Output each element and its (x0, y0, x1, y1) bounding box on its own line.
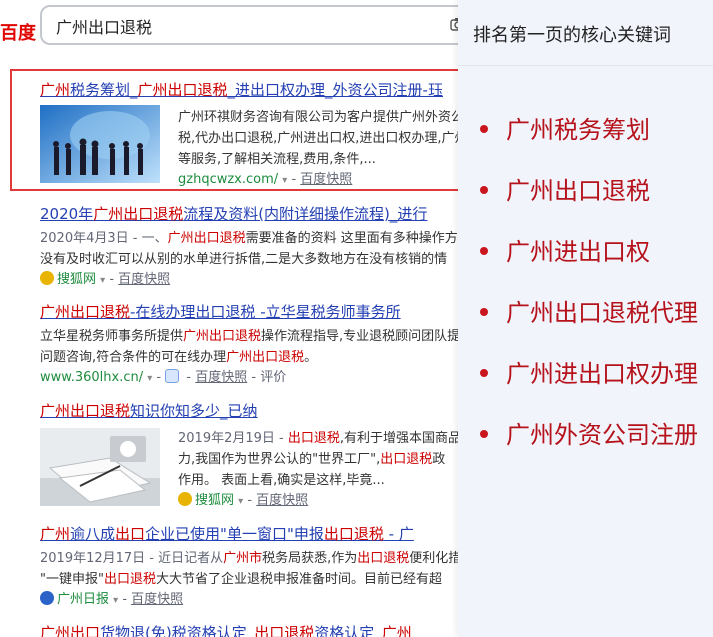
keyword-item: 广州进出口权办理 (480, 354, 698, 415)
keyword-item: 广州进出口权 (480, 232, 698, 293)
snapshot-link[interactable]: 百度快照 (131, 592, 183, 607)
bullet-icon (480, 247, 488, 255)
search-result: 广州税务筹划_广州出口退税_进出口权办理_外资公司注册-珏 (40, 80, 500, 100)
snippet-line: 2019年2月19日 - 出口退税,有利于增强本国商品 (178, 431, 460, 446)
bullet-icon (480, 186, 488, 194)
result-meta: 搜狐网 ▾ - 百度快照 (178, 491, 460, 512)
dropdown-icon[interactable]: ▾ (147, 373, 152, 384)
result-title[interactable]: 广州税务筹划_广州出口退税_进出口权办理_外资公司注册-珏 (40, 80, 500, 100)
result-snippet: 2019年2月19日 - 出口退税,有利于增强本国商品 力,我国作为世界公认的"… (178, 428, 460, 512)
snippet-line: 2019年12月17日 - 近日记者从广州市税务局获悉,作为出口退税便利化措 (40, 551, 462, 566)
page: 百度 广州税务筹划_广州出口退税_进出口权办理_外资公司注册-珏 广州环祺财务咨… (0, 0, 713, 637)
snippet-line: 力,我国作为世界公认的"世界工厂",出口退税政 (178, 452, 446, 467)
snapshot-link[interactable]: 百度快照 (195, 370, 247, 385)
keyword-item: 广州出口退税 (480, 171, 698, 232)
result-meta: 广州日报 ▾ - 百度快照 (40, 590, 500, 611)
keyword-item: 广州外资公司注册 (480, 415, 698, 476)
sohu-favicon-icon (40, 271, 54, 285)
result-site[interactable]: 广州日报 (57, 592, 109, 607)
result-title[interactable]: 广州出口退税知识你知多少_已纳 (40, 401, 500, 421)
verified-icon[interactable] (165, 369, 180, 383)
dropdown-icon[interactable]: ▾ (113, 595, 118, 606)
result-thumbnail[interactable] (40, 428, 160, 506)
snapshot-link[interactable]: 百度快照 (300, 172, 352, 187)
baidu-logo[interactable]: 百度 (0, 19, 36, 45)
keyword-item: 广州出口退税代理 (480, 293, 698, 354)
result-title[interactable]: 广州出口货物退(免)税资格认定_出口退税资格认定_广州 (40, 623, 500, 637)
bullet-icon (480, 430, 488, 438)
search-result: 广州出口退税知识你知多少_已纳 (40, 401, 500, 421)
snippet-line: 税,代办出口退税,广州进出口权,进出口权办理,广州 (178, 131, 460, 146)
rating-link[interactable]: 评价 (260, 370, 286, 385)
result-site[interactable]: gzhqcwzx.com/ (178, 172, 278, 187)
dropdown-icon[interactable]: ▾ (100, 275, 105, 286)
snapshot-link[interactable]: 百度快照 (256, 493, 308, 508)
search-result: 广州出口退税-在线办理出口退税 -立华星税务师事务所 立华星税务师事务所提供广州… (40, 302, 500, 389)
search-result: 2020年广州出口退税流程及资料(内附详细操作流程)_进行 2020年4月3日 … (40, 204, 500, 291)
bullet-icon (480, 308, 488, 316)
search-result: 广州逾八成出口企业已使用"单一窗口"申报出口退税 - 广 2019年12月17日… (40, 524, 500, 611)
keyword-panel: 排名第一页的核心关键词 广州税务筹划 广州出口退税 广州进出口权 广州出口退税代… (458, 0, 713, 637)
sohu-favicon-icon (178, 492, 192, 506)
result-title[interactable]: 广州逾八成出口企业已使用"单一窗口"申报出口退税 - 广 (40, 524, 500, 544)
result-title[interactable]: 广州出口退税-在线办理出口退税 -立华星税务师事务所 (40, 302, 500, 322)
snippet-line: 广州环祺财务咨询有限公司为客户提供广州外资公 (178, 110, 460, 125)
snippet-line: 2020年4月3日 - 一、广州出口退税需要准备的资料 这里面有多种操作方 (40, 231, 458, 246)
result-title[interactable]: 2020年广州出口退税流程及资料(内附详细操作流程)_进行 (40, 204, 500, 224)
dropdown-icon[interactable]: ▾ (282, 175, 287, 186)
search-input[interactable] (56, 15, 436, 37)
dropdown-icon[interactable]: ▾ (238, 496, 243, 507)
keyword-list: 广州税务筹划 广州出口退税 广州进出口权 广州出口退税代理 广州进出口权办理 广… (480, 110, 698, 476)
keyword-item: 广州税务筹划 (480, 110, 698, 171)
result-meta: gzhqcwzx.com/ ▾ - 百度快照 (178, 172, 353, 187)
snippet-line: 问题咨询,符合条件的可在线办理广州出口退税。 (40, 350, 318, 365)
result-thumbnail[interactable] (40, 105, 160, 183)
snippet-line: 立华星税务师事务所提供广州出口退税操作流程指导,专业退税顾问团队提 (40, 329, 461, 344)
panel-title: 排名第一页的核心关键词 (458, 0, 713, 66)
bullet-icon (480, 125, 488, 133)
snippet-line: "一键申报"出口退税大大节省了企业退税申报准备时间。目前已经有超 (40, 572, 442, 587)
gzdaily-favicon-icon (40, 591, 54, 605)
snippet-line: 没有及时收汇可以从别的水单进行拆借,二是大多数地方在没有核销的情 (40, 252, 448, 267)
bullet-icon (480, 369, 488, 377)
snippet-line: 作用。 表面上看,确实是这样,毕竟... (178, 473, 385, 488)
result-site[interactable]: 搜狐网 (195, 493, 234, 508)
result-site[interactable]: 搜狐网 (57, 272, 96, 287)
result-site[interactable]: www.360lhx.cn/ (40, 370, 143, 385)
result-meta: 搜狐网 ▾ - 百度快照 (40, 270, 500, 291)
search-box[interactable] (40, 5, 480, 45)
search-result: 广州出口货物退(免)税资格认定_出口退税资格认定_广州 (40, 623, 500, 637)
result-snippet: 广州环祺财务咨询有限公司为客户提供广州外资公 税,代办出口退税,广州进出口权,进… (178, 107, 460, 191)
snippet-line: 等服务,了解相关流程,费用,条件,... (178, 152, 376, 167)
result-meta: www.360lhx.cn/ ▾ - - 百度快照 - 评价 (40, 369, 287, 385)
snapshot-link[interactable]: 百度快照 (118, 272, 170, 287)
